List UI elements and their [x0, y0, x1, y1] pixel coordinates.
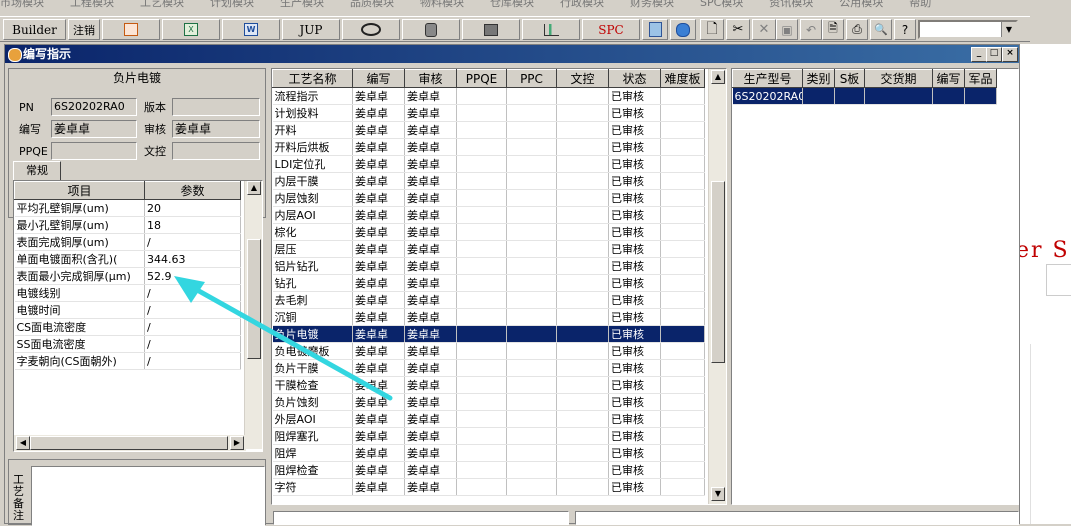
annotation-arrow — [174, 276, 393, 401]
